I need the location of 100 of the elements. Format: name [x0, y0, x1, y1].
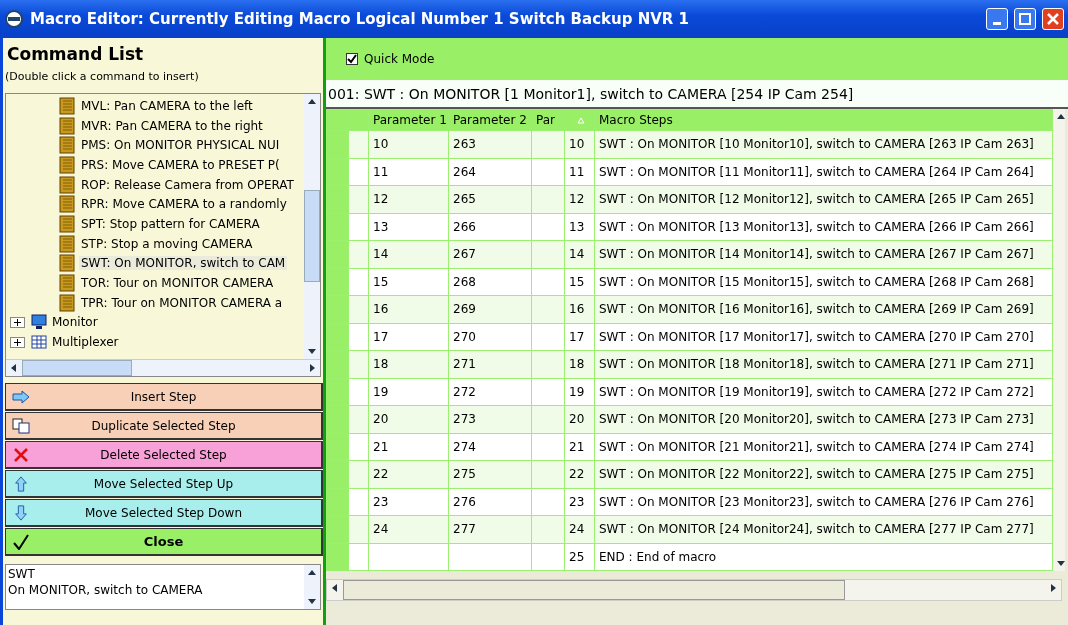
scroll-right-arrow-icon[interactable]	[1048, 583, 1058, 593]
command-item[interactable]: MVL: Pan CAMERA to the left	[79, 98, 255, 113]
window-title: Macro Editor: Currently Editing Macro Logical Number 1 Switch Backup NVR 1	[30, 10, 691, 28]
command-item[interactable]: PMS: On MONITOR PHYSICAL NUI	[79, 138, 282, 153]
book-icon	[58, 254, 76, 273]
table-cell: 15	[368, 268, 449, 296]
group-item[interactable]: Monitor	[50, 315, 100, 330]
expand-icon[interactable]	[10, 336, 25, 348]
scroll-down-arrow-icon[interactable]	[307, 596, 317, 606]
table-cell: SWT : On MONITOR [16 Monitor16], switch to CAMERA [269 IP Cam 269]	[594, 295, 1053, 323]
maximize-button[interactable]	[1014, 8, 1036, 30]
book-icon	[58, 136, 76, 155]
expand-icon[interactable]	[10, 316, 25, 328]
scroll-left-arrow-icon[interactable]	[330, 583, 340, 593]
table-cell: END : End of macro	[594, 543, 1053, 571]
table-cell: 11	[368, 158, 449, 186]
vertical-scrollbar[interactable]	[1053, 109, 1065, 571]
monitor-icon	[31, 314, 47, 331]
table-cell: 18	[368, 350, 449, 378]
close-button[interactable]	[1042, 8, 1064, 30]
minimize-icon	[993, 21, 1001, 25]
scroll-down-arrow-icon[interactable]	[1056, 558, 1066, 568]
table-cell: 266	[448, 213, 532, 241]
grid-icon	[31, 334, 47, 351]
checkmark-icon	[12, 533, 30, 550]
table-cell: SWT : On MONITOR [18 Monitor18], switch to CAMERA [271 IP Cam 271]	[594, 350, 1053, 378]
book-icon	[58, 96, 76, 115]
vertical-scrollbar[interactable]	[304, 565, 320, 609]
command-item[interactable]: SPT: Stop pattern for CAMERA	[79, 216, 262, 231]
action-button[interactable]: Insert Step	[5, 383, 323, 411]
table-cell: 270	[448, 323, 532, 351]
command-item[interactable]: TOR: Tour on MONITOR CAMERA	[79, 276, 276, 291]
table-cell: 275	[448, 460, 532, 488]
table-cell: SWT : On MONITOR [15 Monitor15], switch to CAMERA [268 IP Cam 268]	[594, 268, 1053, 296]
table-cell: SWT : On MONITOR [14 Monitor14], switch to CAMERA [267 IP Cam 267]	[594, 240, 1053, 268]
table-cell: 271	[448, 350, 532, 378]
table-cell: SWT : On MONITOR [21 Monitor21], switch to CAMERA [274 IP Cam 274]	[594, 433, 1053, 461]
description-text: SWT On MONITOR, switch to CAMERA	[7, 566, 204, 599]
table-cell: 14	[368, 240, 449, 268]
book-icon	[58, 195, 76, 214]
action-button[interactable]: Close	[5, 528, 323, 556]
group-item[interactable]: Multiplexer	[50, 335, 121, 350]
column-header[interactable]: Par	[531, 109, 565, 131]
command-item[interactable]: ROP: Release Camera from OPERAT	[79, 177, 296, 192]
table-cell: 264	[448, 158, 532, 186]
table-cell: 19	[368, 378, 449, 406]
table-cell: 265	[448, 185, 532, 213]
book-icon	[58, 116, 76, 135]
vertical-scrollbar[interactable]	[304, 94, 320, 359]
column-header[interactable]: Parameter 2	[448, 109, 532, 131]
command-item[interactable]: TPR: Tour on MONITOR CAMERA a	[79, 295, 285, 310]
table-cell: SWT : On MONITOR [20 Monitor20], switch to CAMERA [273 IP Cam 273]	[594, 405, 1053, 433]
up-arrow-icon	[12, 475, 30, 492]
column-header[interactable]: Parameter 1	[368, 109, 449, 131]
table-cell: 273	[448, 405, 532, 433]
action-button[interactable]: Move Selected Step Up	[5, 470, 323, 498]
command-item[interactable]: SWT: On MONITOR, switch to CAM	[79, 256, 288, 271]
scroll-up-arrow-icon[interactable]	[1056, 112, 1066, 122]
scroll-right-arrow-icon[interactable]	[307, 363, 317, 373]
action-button[interactable]: Duplicate Selected Step	[5, 412, 323, 440]
right-arrow-icon	[12, 388, 30, 405]
hint-text: (Double click a command to insert)	[4, 69, 200, 85]
table-cell: SWT : On MONITOR [19 Monitor19], switch to CAMERA [272 IP Cam 272]	[594, 378, 1053, 406]
column-header[interactable]: Macro Steps	[594, 109, 1053, 131]
command-item[interactable]: STP: Stop a moving CAMERA	[79, 236, 255, 251]
table-cell: 272	[448, 378, 532, 406]
book-icon	[58, 155, 76, 174]
table-cell: 277	[448, 515, 532, 543]
horizontal-scrollbar[interactable]	[6, 359, 320, 376]
scroll-up-arrow-icon[interactable]	[307, 97, 317, 107]
checkbox-label: Quick Mode	[364, 52, 435, 66]
command-item[interactable]: MVR: Pan CAMERA to the right	[79, 118, 265, 133]
sort-icon	[577, 117, 585, 124]
table-cell: SWT : On MONITOR [22 Monitor22], switch to CAMERA [275 IP Cam 275]	[594, 460, 1053, 488]
book-icon	[58, 274, 76, 293]
table-cell: 24	[368, 515, 449, 543]
scroll-down-arrow-icon[interactable]	[307, 346, 317, 356]
down-arrow-icon	[12, 504, 30, 521]
table-cell: SWT : On MONITOR [24 Monitor24], switch to CAMERA [277 IP Cam 277]	[594, 515, 1053, 543]
table-cell: 13	[368, 213, 449, 241]
minimize-button[interactable]	[986, 8, 1008, 30]
horizontal-scrollbar[interactable]	[326, 579, 1062, 601]
table-cell: 263	[448, 130, 532, 158]
command-item[interactable]: PRS: Move CAMERA to PRESET P(	[79, 157, 282, 172]
action-button[interactable]: Move Selected Step Down	[5, 499, 323, 527]
scroll-left-arrow-icon[interactable]	[9, 363, 19, 373]
table-cell: 274	[448, 433, 532, 461]
command-item[interactable]: RPR: Move CAMERA to a randomly	[79, 197, 289, 212]
scroll-up-arrow-icon[interactable]	[307, 568, 317, 578]
table-cell: 269	[448, 295, 532, 323]
table-cell: 21	[368, 433, 449, 461]
table-cell: 17	[368, 323, 449, 351]
book-icon	[58, 175, 76, 194]
action-button[interactable]: Delete Selected Step	[5, 441, 323, 469]
close-icon	[1047, 13, 1059, 25]
table-cell: SWT : On MONITOR [13 Monitor13], switch to CAMERA [266 IP Cam 266]	[594, 213, 1053, 241]
table-cell: SWT : On MONITOR [23 Monitor23], switch to CAMERA [276 IP Cam 276]	[594, 488, 1053, 516]
cross-icon	[12, 446, 30, 463]
quick-mode-checkbox[interactable]	[346, 53, 358, 65]
table-cell: SWT : On MONITOR [10 Monitor10], switch to CAMERA [263 IP Cam 263]	[594, 130, 1053, 158]
